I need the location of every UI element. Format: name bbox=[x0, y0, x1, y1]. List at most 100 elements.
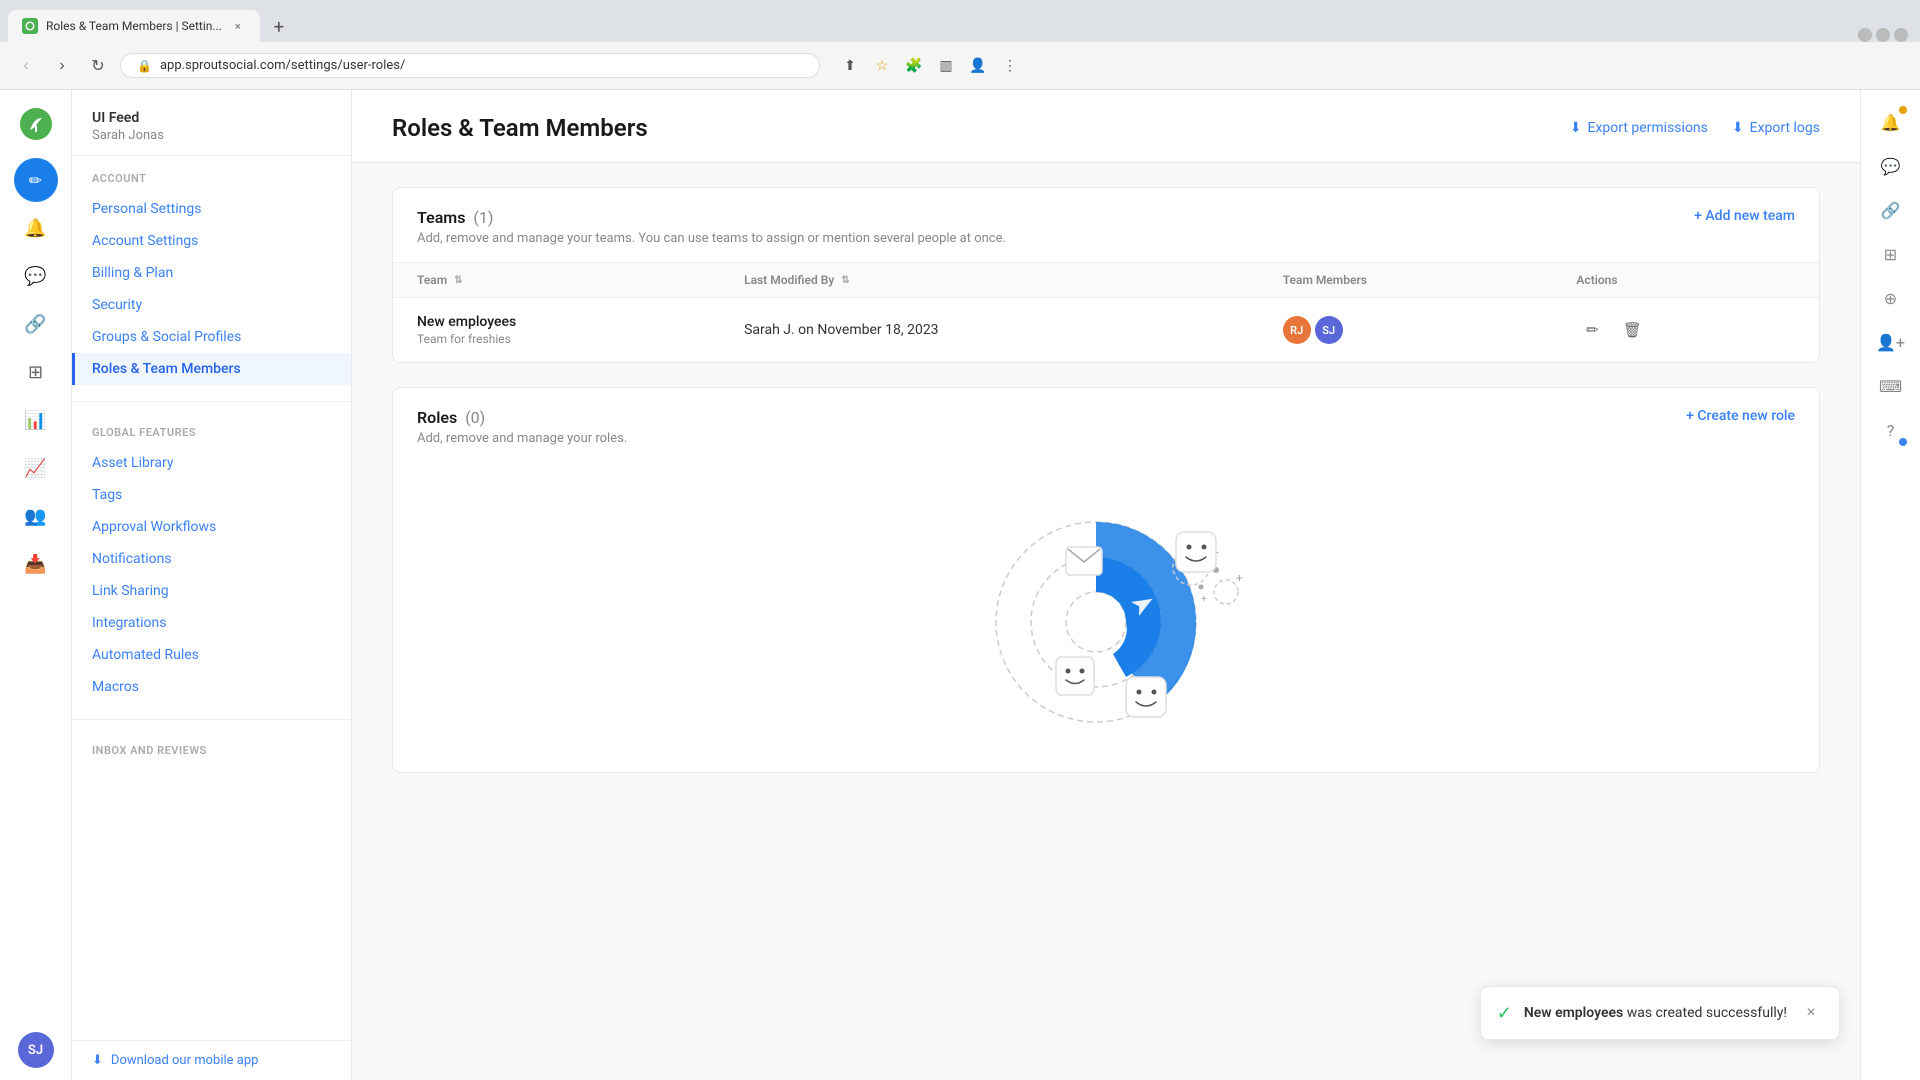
last-modified-cell: Sarah J. on November 18, 2023 bbox=[720, 298, 1259, 363]
back-button[interactable]: ‹ bbox=[12, 52, 40, 80]
sidebar-item-groups[interactable]: Groups & Social Profiles bbox=[72, 321, 351, 353]
sort-icon-modified[interactable]: ⇅ bbox=[841, 275, 849, 286]
sidebar-item-billing[interactable]: Billing & Plan bbox=[72, 257, 351, 289]
bar-chart-icon[interactable]: 📈 bbox=[14, 446, 58, 490]
rp-link-icon[interactable]: 🔗 bbox=[1871, 190, 1911, 230]
sidebar-item-link-sharing[interactable]: Link Sharing bbox=[72, 575, 351, 607]
tab-close-button[interactable]: × bbox=[230, 18, 246, 34]
sidebar-item-personal-settings[interactable]: Personal Settings bbox=[72, 193, 351, 225]
sidebar-item-security[interactable]: Security bbox=[72, 289, 351, 321]
rp-grid-icon[interactable]: ⊞ bbox=[1871, 234, 1911, 274]
window-close[interactable] bbox=[1894, 28, 1908, 42]
col-actions: Actions bbox=[1552, 263, 1819, 298]
analytics-icon[interactable]: 📊 bbox=[14, 398, 58, 442]
add-new-team-button[interactable]: + Add new team bbox=[1694, 208, 1795, 224]
sidebar-divider bbox=[72, 401, 351, 402]
sidebar-item-approval[interactable]: Approval Workflows bbox=[72, 511, 351, 543]
tab-title: Roles & Team Members | Settin... bbox=[46, 19, 222, 33]
sidebar-item-asset-library[interactable]: Asset Library bbox=[72, 447, 351, 479]
reload-button[interactable]: ↻ bbox=[84, 52, 112, 80]
inbox-section: Inbox and Reviews bbox=[72, 728, 351, 773]
col-team: Team ⇅ bbox=[393, 263, 720, 298]
sidebar-divider-2 bbox=[72, 719, 351, 720]
col-last-modified: Last Modified By ⇅ bbox=[720, 263, 1259, 298]
sidebar-item-account-settings[interactable]: Account Settings bbox=[72, 225, 351, 257]
roles-illustration: + + + bbox=[393, 462, 1819, 772]
rp-add-icon[interactable]: ⊕ bbox=[1871, 278, 1911, 318]
right-panel: 🔔 💬 🔗 ⊞ ⊕ 👤+ ⌨ ? bbox=[1860, 90, 1920, 1080]
toast-notification: ✓ New employees was created successfully… bbox=[1480, 986, 1840, 1040]
sidebar-item-automated-rules[interactable]: Automated Rules bbox=[72, 639, 351, 671]
toast-bold-text: New employees bbox=[1524, 1005, 1623, 1021]
sidebar-item-roles[interactable]: Roles & Team Members bbox=[72, 353, 351, 385]
inbox-icon[interactable]: 📥 bbox=[14, 542, 58, 586]
team-icon[interactable]: 👥 bbox=[14, 494, 58, 538]
user-avatar[interactable]: SJ bbox=[18, 1032, 54, 1068]
edit-team-button[interactable]: ✏ bbox=[1576, 314, 1608, 346]
teams-card-header: Teams (1) Add, remove and manage your te… bbox=[393, 188, 1819, 262]
sidebar-item-notifications[interactable]: Notifications bbox=[72, 543, 351, 575]
delete-team-button[interactable]: 🗑 bbox=[1616, 314, 1648, 346]
nav-bar: ‹ › ↻ 🔒 app.sproutsocial.com/settings/us… bbox=[0, 42, 1920, 90]
sidebar-item-tags[interactable]: Tags bbox=[72, 479, 351, 511]
page-header: Roles & Team Members ⬇ Export permission… bbox=[352, 90, 1860, 163]
rp-help-icon[interactable]: ? bbox=[1871, 410, 1911, 450]
address-bar[interactable]: 🔒 app.sproutsocial.com/settings/user-rol… bbox=[120, 53, 820, 78]
rp-message-icon[interactable]: 💬 bbox=[1871, 146, 1911, 186]
bookmark-button[interactable]: ☆ bbox=[868, 52, 896, 80]
sort-icon-team[interactable]: ⇅ bbox=[454, 275, 462, 286]
extensions-button[interactable]: 🧩 bbox=[900, 52, 928, 80]
account-section: Account Personal Settings Account Settin… bbox=[72, 156, 351, 393]
browser-chrome: Roles & Team Members | Settin... × + ‹ ›… bbox=[0, 0, 1920, 90]
teams-card: Teams (1) Add, remove and manage your te… bbox=[392, 187, 1820, 363]
sidebar-user: Sarah Jonas bbox=[92, 128, 331, 143]
members-cell: RJ SJ bbox=[1259, 298, 1553, 363]
teams-card-subtitle: Add, remove and manage your teams. You c… bbox=[417, 231, 1006, 246]
nav-actions: ⬆ ☆ 🧩 ▥ 👤 ⋮ bbox=[836, 52, 1024, 80]
new-tab-button[interactable]: + bbox=[264, 12, 294, 42]
message-icon[interactable]: 💬 bbox=[14, 254, 58, 298]
export-permissions-link[interactable]: ⬇ Export permissions bbox=[1570, 120, 1708, 136]
toast-text: New employees was created successfully! bbox=[1524, 1005, 1787, 1021]
teams-title-group: Teams (1) Add, remove and manage your te… bbox=[417, 208, 1006, 246]
create-new-role-button[interactable]: + Create new role bbox=[1686, 408, 1795, 424]
window-maximize[interactable] bbox=[1876, 28, 1890, 42]
header-actions: ⬇ Export permissions ⬇ Export logs bbox=[1570, 120, 1820, 136]
rp-user-add-icon[interactable]: 👤+ bbox=[1871, 322, 1911, 362]
teams-table: Team ⇅ Last Modified By ⇅ Team Members A… bbox=[393, 262, 1819, 362]
sprout-logo[interactable] bbox=[14, 102, 58, 146]
table-header-row: Team ⇅ Last Modified By ⇅ Team Members A… bbox=[393, 263, 1819, 298]
window-minimize[interactable] bbox=[1858, 28, 1872, 42]
sidebar-item-macros[interactable]: Macros bbox=[72, 671, 351, 703]
sidebar-toggle[interactable]: ▥ bbox=[932, 52, 960, 80]
download-icon: ⬇ bbox=[92, 1053, 103, 1068]
avatar-rj: RJ bbox=[1283, 316, 1311, 344]
tab-favicon bbox=[22, 18, 38, 34]
export-logs-link[interactable]: ⬇ Export logs bbox=[1732, 120, 1820, 136]
download-app-link[interactable]: ⬇ Download our mobile app bbox=[92, 1053, 331, 1068]
sidebar-item-integrations[interactable]: Integrations bbox=[72, 607, 351, 639]
main-body: Teams (1) Add, remove and manage your te… bbox=[352, 163, 1860, 821]
global-section-label: Global Features bbox=[72, 426, 351, 447]
rp-bell-icon[interactable]: 🔔 bbox=[1871, 102, 1911, 142]
grid-icon[interactable]: ⊞ bbox=[14, 350, 58, 394]
avatar-sj: SJ bbox=[1315, 316, 1343, 344]
roles-card: Roles (0) Add, remove and manage your ro… bbox=[392, 387, 1820, 773]
download-icon: ⬇ bbox=[1570, 120, 1582, 136]
compose-icon[interactable]: ✏ bbox=[14, 158, 58, 202]
help-badge bbox=[1899, 438, 1907, 446]
active-tab[interactable]: Roles & Team Members | Settin... × bbox=[8, 10, 260, 42]
menu-button[interactable]: ⋮ bbox=[996, 52, 1024, 80]
bell-icon[interactable]: 🔔 bbox=[14, 206, 58, 250]
sidebar: UI Feed Sarah Jonas Account Personal Set… bbox=[72, 90, 352, 1080]
forward-button[interactable]: › bbox=[48, 52, 76, 80]
rp-keyboard-icon[interactable]: ⌨ bbox=[1871, 366, 1911, 406]
sidebar-app-name: UI Feed bbox=[92, 110, 331, 126]
global-section: Global Features Asset Library Tags Appro… bbox=[72, 410, 351, 711]
svg-text:+: + bbox=[1236, 571, 1243, 585]
toast-close-button[interactable]: × bbox=[1799, 1001, 1823, 1025]
actions-cell: ✏ 🗑 bbox=[1552, 298, 1819, 363]
link-icon[interactable]: 🔗 bbox=[14, 302, 58, 346]
share-button[interactable]: ⬆ bbox=[836, 52, 864, 80]
profile-button[interactable]: 👤 bbox=[964, 52, 992, 80]
